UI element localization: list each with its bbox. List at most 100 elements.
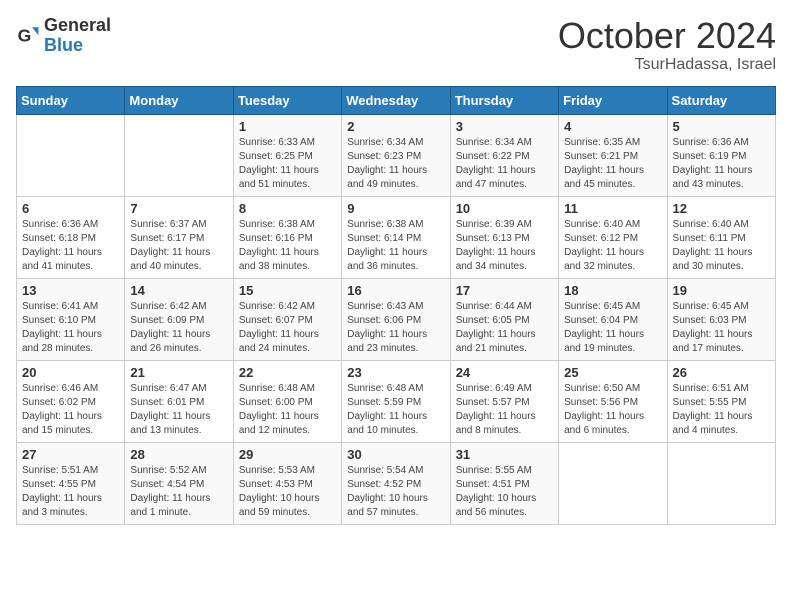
day-cell: 22 Sunrise: 6:48 AM Sunset: 6:00 PM Dayli… [233, 360, 341, 442]
day-number: 24 [456, 365, 553, 380]
day-info: Sunrise: 6:33 AM Sunset: 6:25 PM Dayligh… [239, 136, 336, 192]
header-cell-saturday: Saturday [667, 86, 775, 114]
day-cell: 8 Sunrise: 6:38 AM Sunset: 6:16 PM Daylig… [233, 196, 341, 278]
week-row-4: 20 Sunrise: 6:46 AM Sunset: 6:02 PM Dayli… [17, 360, 776, 442]
header-cell-sunday: Sunday [17, 86, 125, 114]
day-cell: 3 Sunrise: 6:34 AM Sunset: 6:22 PM Daylig… [450, 114, 558, 196]
day-info: Sunrise: 6:50 AM Sunset: 5:56 PM Dayligh… [564, 382, 661, 438]
day-cell: 17Sunrise: 6:44 AM Sunset: 6:05 PM Dayli… [450, 278, 558, 360]
day-info: Sunrise: 6:49 AM Sunset: 5:57 PM Dayligh… [456, 382, 553, 438]
page-header: G General Blue October 2024 TsurHadassa,… [16, 16, 776, 74]
day-info: Sunrise: 6:39 AM Sunset: 6:13 PM Dayligh… [456, 218, 553, 274]
header-cell-tuesday: Tuesday [233, 86, 341, 114]
week-row-5: 27 Sunrise: 5:51 AM Sunset: 4:55 PM Dayli… [17, 442, 776, 524]
day-number: 3 [456, 119, 553, 134]
day-info: Sunrise: 6:42 AM Sunset: 6:07 PM Dayligh… [239, 300, 336, 356]
day-number: 19 [673, 283, 770, 298]
day-cell: 14 Sunrise: 6:42 AM Sunset: 6:09 PM Dayli… [125, 278, 233, 360]
day-info: Sunrise: 6:43 AM Sunset: 6:06 PM Dayligh… [347, 300, 444, 356]
day-info: Sunrise: 6:51 AM Sunset: 5:55 PM Dayligh… [673, 382, 770, 438]
day-info: Sunrise: 6:38 AM Sunset: 6:16 PM Dayligh… [239, 218, 336, 274]
day-cell [125, 114, 233, 196]
week-row-3: 13 Sunrise: 6:41 AM Sunset: 6:10 PM Dayli… [17, 278, 776, 360]
day-cell: 27 Sunrise: 5:51 AM Sunset: 4:55 PM Dayli… [17, 442, 125, 524]
day-number: 31 [456, 447, 553, 462]
day-cell: 12 Sunrise: 6:40 AM Sunset: 6:11 PM Dayli… [667, 196, 775, 278]
calendar-table: SundayMondayTuesdayWednesdayThursdayFrid… [16, 86, 776, 525]
day-info: Sunrise: 5:55 AM Sunset: 4:51 PM Dayligh… [456, 464, 553, 520]
header-cell-thursday: Thursday [450, 86, 558, 114]
day-info: Sunrise: 5:51 AM Sunset: 4:55 PM Dayligh… [22, 464, 119, 520]
day-number: 25 [564, 365, 661, 380]
day-number: 26 [673, 365, 770, 380]
day-cell: 2 Sunrise: 6:34 AM Sunset: 6:23 PM Daylig… [342, 114, 450, 196]
logo-icon: G [16, 24, 40, 48]
location-title: TsurHadassa, Israel [558, 56, 776, 74]
header-cell-monday: Monday [125, 86, 233, 114]
day-cell: 1 Sunrise: 6:33 AM Sunset: 6:25 PM Daylig… [233, 114, 341, 196]
day-number: 16 [347, 283, 444, 298]
header-row: SundayMondayTuesdayWednesdayThursdayFrid… [17, 86, 776, 114]
day-number: 8 [239, 201, 336, 216]
day-number: 12 [673, 201, 770, 216]
day-info: Sunrise: 6:45 AM Sunset: 6:03 PM Dayligh… [673, 300, 770, 356]
svg-text:G: G [18, 26, 32, 46]
day-cell: 9Sunrise: 6:38 AM Sunset: 6:14 PM Daylig… [342, 196, 450, 278]
day-number: 22 [239, 365, 336, 380]
day-info: Sunrise: 6:36 AM Sunset: 6:19 PM Dayligh… [673, 136, 770, 192]
day-cell: 4Sunrise: 6:35 AM Sunset: 6:21 PM Daylig… [559, 114, 667, 196]
day-cell: 7 Sunrise: 6:37 AM Sunset: 6:17 PM Daylig… [125, 196, 233, 278]
day-cell: 28Sunrise: 5:52 AM Sunset: 4:54 PM Dayli… [125, 442, 233, 524]
day-number: 15 [239, 283, 336, 298]
day-info: Sunrise: 6:41 AM Sunset: 6:10 PM Dayligh… [22, 300, 119, 356]
day-number: 14 [130, 283, 227, 298]
day-cell: 26 Sunrise: 6:51 AM Sunset: 5:55 PM Dayli… [667, 360, 775, 442]
day-info: Sunrise: 6:35 AM Sunset: 6:21 PM Dayligh… [564, 136, 661, 192]
logo-blue-text: Blue [44, 36, 111, 56]
day-number: 7 [130, 201, 227, 216]
day-cell: 13 Sunrise: 6:41 AM Sunset: 6:10 PM Dayli… [17, 278, 125, 360]
week-row-2: 6Sunrise: 6:36 AM Sunset: 6:18 PM Daylig… [17, 196, 776, 278]
day-number: 30 [347, 447, 444, 462]
day-info: Sunrise: 6:47 AM Sunset: 6:01 PM Dayligh… [130, 382, 227, 438]
header-cell-friday: Friday [559, 86, 667, 114]
day-number: 13 [22, 283, 119, 298]
day-info: Sunrise: 6:37 AM Sunset: 6:17 PM Dayligh… [130, 218, 227, 274]
day-cell: 16 Sunrise: 6:43 AM Sunset: 6:06 PM Dayli… [342, 278, 450, 360]
title-block: October 2024 TsurHadassa, Israel [558, 16, 776, 74]
day-info: Sunrise: 6:46 AM Sunset: 6:02 PM Dayligh… [22, 382, 119, 438]
logo: G General Blue [16, 16, 111, 56]
day-info: Sunrise: 6:42 AM Sunset: 6:09 PM Dayligh… [130, 300, 227, 356]
day-number: 20 [22, 365, 119, 380]
day-number: 18 [564, 283, 661, 298]
day-cell: 29 Sunrise: 5:53 AM Sunset: 4:53 PM Dayli… [233, 442, 341, 524]
day-info: Sunrise: 6:38 AM Sunset: 6:14 PM Dayligh… [347, 218, 444, 274]
day-number: 29 [239, 447, 336, 462]
day-info: Sunrise: 6:48 AM Sunset: 6:00 PM Dayligh… [239, 382, 336, 438]
day-cell [559, 442, 667, 524]
day-number: 21 [130, 365, 227, 380]
header-cell-wednesday: Wednesday [342, 86, 450, 114]
day-cell: 18Sunrise: 6:45 AM Sunset: 6:04 PM Dayli… [559, 278, 667, 360]
day-cell: 19 Sunrise: 6:45 AM Sunset: 6:03 PM Dayli… [667, 278, 775, 360]
day-number: 6 [22, 201, 119, 216]
month-title: October 2024 [558, 16, 776, 56]
day-number: 10 [456, 201, 553, 216]
day-cell: 20 Sunrise: 6:46 AM Sunset: 6:02 PM Dayli… [17, 360, 125, 442]
day-number: 11 [564, 201, 661, 216]
week-row-1: 1 Sunrise: 6:33 AM Sunset: 6:25 PM Daylig… [17, 114, 776, 196]
day-number: 23 [347, 365, 444, 380]
day-number: 2 [347, 119, 444, 134]
day-cell: 21 Sunrise: 6:47 AM Sunset: 6:01 PM Dayli… [125, 360, 233, 442]
day-info: Sunrise: 5:54 AM Sunset: 4:52 PM Dayligh… [347, 464, 444, 520]
day-info: Sunrise: 6:48 AM Sunset: 5:59 PM Dayligh… [347, 382, 444, 438]
day-number: 5 [673, 119, 770, 134]
day-number: 27 [22, 447, 119, 462]
day-info: Sunrise: 6:40 AM Sunset: 6:11 PM Dayligh… [673, 218, 770, 274]
day-info: Sunrise: 6:34 AM Sunset: 6:23 PM Dayligh… [347, 136, 444, 192]
day-info: Sunrise: 5:53 AM Sunset: 4:53 PM Dayligh… [239, 464, 336, 520]
day-cell: 24 Sunrise: 6:49 AM Sunset: 5:57 PM Dayli… [450, 360, 558, 442]
day-cell: 5 Sunrise: 6:36 AM Sunset: 6:19 PM Daylig… [667, 114, 775, 196]
day-number: 1 [239, 119, 336, 134]
day-info: Sunrise: 6:34 AM Sunset: 6:22 PM Dayligh… [456, 136, 553, 192]
